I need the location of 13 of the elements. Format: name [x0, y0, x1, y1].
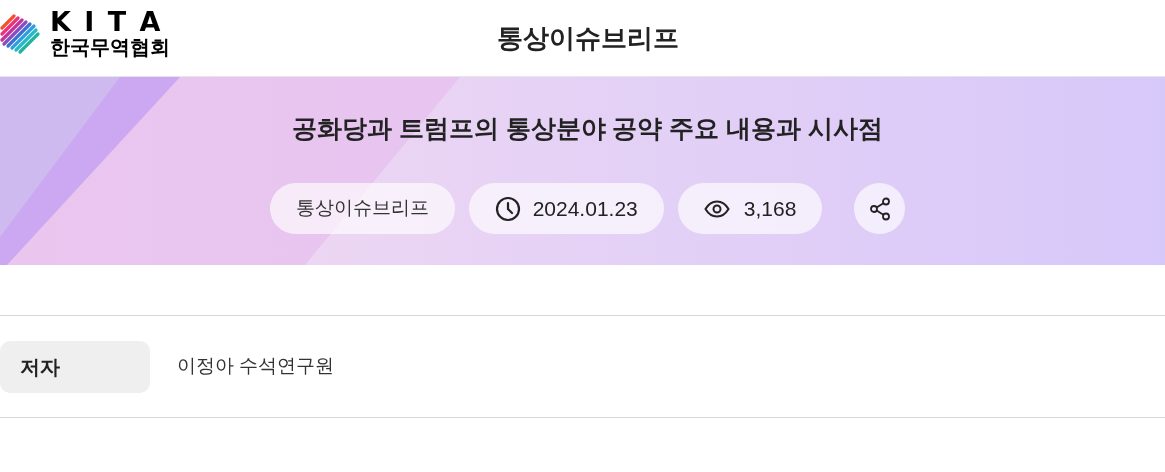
article-title: 공화당과 트럼프의 통상분야 공약 주요 내용과 시사점 [291, 113, 884, 144]
eye-icon [703, 199, 730, 218]
share-button[interactable] [854, 183, 906, 234]
view-count: 3,168 [743, 195, 797, 222]
logo-text: K I T A [50, 7, 164, 35]
category-tag: 통상이슈브리프 [269, 183, 455, 234]
field-label: 저자 [0, 340, 150, 393]
date-text: 2024.01.23 [532, 195, 638, 222]
clock-icon [494, 195, 521, 222]
page-title: 통상이슈브리프 [495, 21, 679, 55]
field-value: 이정아 수석연구원 [177, 354, 335, 379]
logo-subtitle: 한국무역협회 [50, 36, 170, 57]
share-icon [868, 196, 891, 221]
